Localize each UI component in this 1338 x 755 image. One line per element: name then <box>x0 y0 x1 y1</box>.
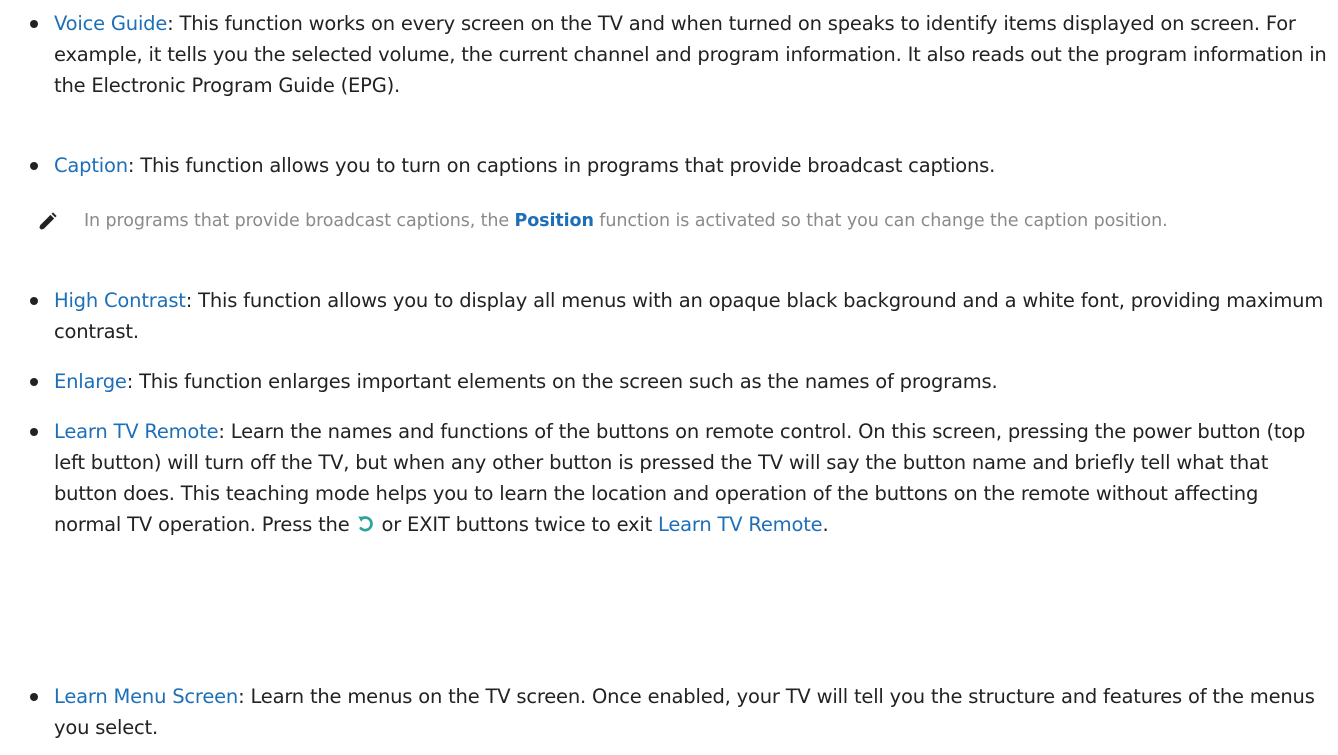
position-link[interactable]: Position <box>515 211 594 231</box>
note-text-after: function is activated so that you can ch… <box>593 211 1168 231</box>
high-contrast-description: This function allows you to display all … <box>54 289 1324 343</box>
bullet <box>30 20 38 28</box>
bullet <box>30 428 38 436</box>
list-item-enlarge: Enlarge: This function enlarges importan… <box>30 366 1330 397</box>
learn-menu-screen-link[interactable]: Learn Menu Screen <box>54 685 238 708</box>
caption-description: This function allows you to turn on capt… <box>140 154 996 177</box>
learn-tv-remote-link[interactable]: Learn TV Remote <box>54 420 219 443</box>
caption-note: In programs that provide broadcast capti… <box>36 207 1326 236</box>
separator: : <box>238 685 251 708</box>
separator: : <box>126 370 140 393</box>
list-item-caption: Caption: This function allows you to tur… <box>30 150 1330 181</box>
separator: : <box>167 12 180 35</box>
voice-guide-link[interactable]: Voice Guide <box>54 12 167 35</box>
note-text-before: In programs that provide broadcast capti… <box>84 211 515 231</box>
list-item-voice-guide: Voice Guide: This function works on ever… <box>30 8 1330 101</box>
manual-page: Voice Guide: This function works on ever… <box>0 0 1338 755</box>
separator: : <box>218 420 231 443</box>
list-item-high-contrast: High Contrast: This function allows you … <box>30 285 1330 347</box>
separator: : <box>185 289 199 312</box>
pencil-icon <box>37 212 57 232</box>
bullet <box>30 162 38 170</box>
return-icon <box>357 516 373 532</box>
bullet <box>30 378 38 386</box>
bullet <box>30 693 38 701</box>
learn-tv-remote-description-cont: or EXIT buttons twice to exit <box>375 513 659 536</box>
enlarge-description: This function enlarges important element… <box>139 370 998 393</box>
list-item-learn-tv-remote: Learn TV Remote: Learn the names and fun… <box>30 416 1330 540</box>
learn-tv-remote-link-2[interactable]: Learn TV Remote <box>658 513 823 536</box>
caption-link[interactable]: Caption <box>54 154 128 177</box>
enlarge-link[interactable]: Enlarge <box>54 370 127 393</box>
separator: : <box>127 154 141 177</box>
voice-guide-description: This function works on every screen on t… <box>54 12 1327 97</box>
period: . <box>822 513 829 536</box>
list-item-learn-menu-screen: Learn Menu Screen: Learn the menus on th… <box>30 681 1330 743</box>
bullet <box>30 297 38 305</box>
high-contrast-link[interactable]: High Contrast <box>54 289 186 312</box>
